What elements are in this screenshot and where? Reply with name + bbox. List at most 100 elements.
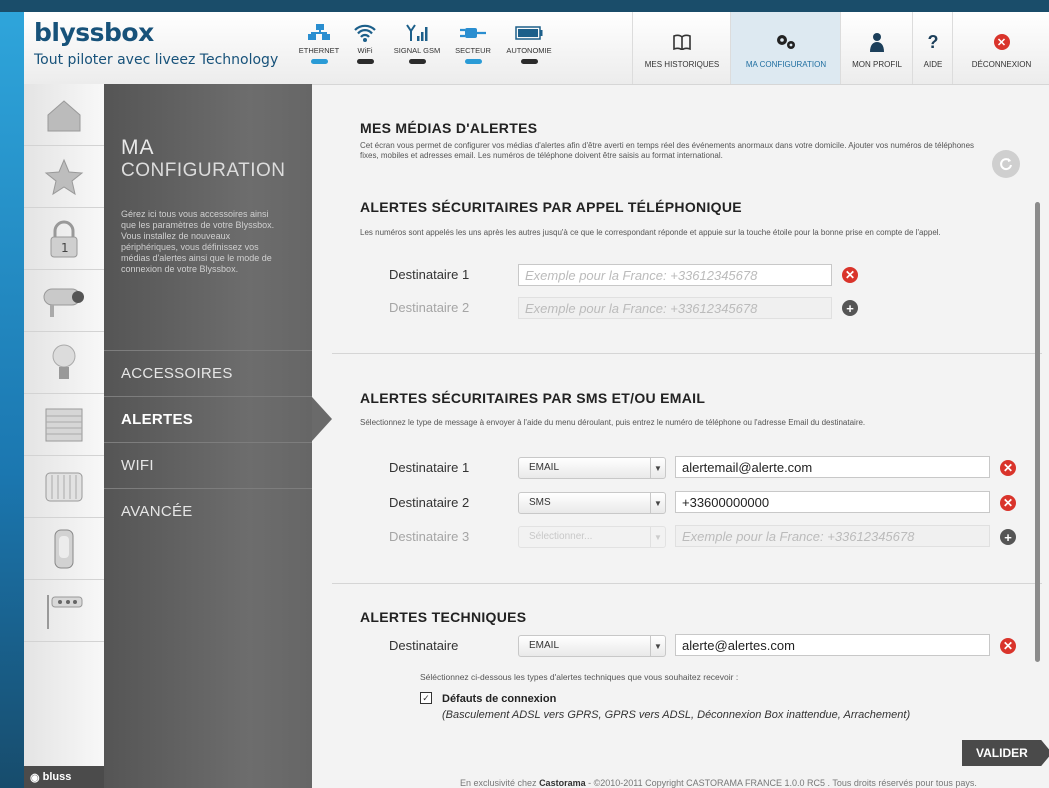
sms-recipient-2-type-select[interactable]: SMS ▼	[518, 492, 666, 514]
config-menu: ACCESSOIRES ALERTES WIFI AVANCÉE	[104, 350, 312, 534]
tech-description: Séléctionnez ci-dessous les types d'aler…	[420, 672, 739, 682]
select-value: SMS	[529, 497, 551, 508]
sms-recipient-2-input[interactable]	[675, 491, 990, 513]
tagline: Tout piloter avec liveez Technology	[34, 52, 279, 68]
panel-title-line2: CONFIGURATION	[121, 160, 286, 181]
select-value: EMAIL	[529, 462, 560, 473]
phone-recipient-1-input[interactable]	[518, 264, 832, 286]
refresh-icon	[1000, 158, 1012, 171]
remove-tech-button[interactable]: ✕	[1000, 638, 1016, 654]
status-ethernet: ETHERNET	[294, 22, 344, 64]
bluss-logo-text: bluss	[42, 771, 72, 783]
status-indicator	[520, 59, 538, 64]
tech-recipient-input[interactable]	[675, 634, 990, 656]
status-label: SECTEUR	[455, 46, 491, 55]
add-sms-button[interactable]: +	[1000, 529, 1016, 545]
status-indicator	[464, 59, 482, 64]
panel-description: Gérez ici tous vous accessoires ainsi qu…	[121, 209, 275, 274]
nav-aide[interactable]: ? AIDE	[912, 12, 953, 84]
bluss-logo: ◉ bluss	[24, 766, 104, 788]
nav-label: AIDE	[923, 60, 943, 69]
section-title-tech: ALERTES TECHNIQUES	[360, 609, 527, 625]
status-wifi: WiFi	[340, 22, 390, 64]
menu-item-wifi[interactable]: WIFI	[104, 442, 312, 488]
bluss-logo-icon: ◉	[30, 771, 40, 784]
footer: En exclusivité chez Castorama - ©2010-20…	[460, 778, 977, 788]
section-desc-phone: Les numéros sont appelés les uns après l…	[360, 228, 941, 237]
ethernet-icon	[294, 22, 344, 44]
sms-recipient-1-input[interactable]	[675, 456, 990, 478]
radiator-icon[interactable]	[24, 456, 104, 518]
status-indicator	[408, 59, 426, 64]
section-title-medias: MES MÉDIAS D'ALERTES	[360, 120, 538, 136]
status-label: SIGNAL GSM	[393, 46, 441, 55]
sensor-icon[interactable]	[24, 580, 104, 642]
background-strip	[0, 0, 24, 788]
footer-prefix: En exclusivité chez	[460, 778, 537, 788]
menu-item-avancee[interactable]: AVANCÉE	[104, 488, 312, 534]
tech-recipient-type-select[interactable]: EMAIL ▼	[518, 635, 666, 657]
help-icon: ?	[927, 31, 939, 52]
chevron-down-icon: ▼	[650, 493, 665, 513]
sms-recipient-3-type-select[interactable]: Sélectionner... ▼	[518, 526, 666, 548]
connection-defaults-detail: (Basculement ADSL vers GPRS, GPRS vers A…	[442, 709, 911, 721]
lightbulb-icon[interactable]	[24, 332, 104, 394]
sms-recipient-2-label: Destinataire 2	[389, 495, 470, 510]
house-icon[interactable]	[24, 84, 104, 146]
tech-recipient-label: Destinataire	[389, 638, 459, 653]
gsm-signal-icon	[392, 22, 442, 44]
refresh-button[interactable]	[992, 150, 1020, 178]
add-phone-button[interactable]: +	[842, 300, 858, 316]
validate-button[interactable]: VALIDER	[962, 740, 1049, 766]
chevron-down-icon: ▼	[650, 458, 665, 478]
sms-recipient-3-input[interactable]	[675, 525, 990, 547]
logout-icon: ✕	[953, 32, 1049, 52]
remove-sms-2-button[interactable]: ✕	[1000, 495, 1016, 511]
phone-recipient-2-input[interactable]	[518, 297, 832, 319]
nav-label: MON PROFIL	[852, 60, 902, 69]
remove-phone-1-button[interactable]: ✕	[842, 267, 858, 283]
book-icon	[633, 32, 731, 52]
shutter-icon[interactable]	[24, 394, 104, 456]
sms-recipient-1-label: Destinataire 1	[389, 460, 470, 475]
user-icon	[841, 32, 913, 52]
connection-defaults-label: Défauts de connexion	[442, 693, 557, 705]
scrollbar[interactable]	[1035, 202, 1040, 662]
device-icon-column: 1 ◉ bluss	[24, 84, 105, 788]
chevron-down-icon: ▼	[650, 636, 665, 656]
select-value: Sélectionner...	[529, 531, 593, 542]
config-panel: MA CONFIGURATION Gérez ici tous vous acc…	[104, 84, 312, 788]
remove-sms-1-button[interactable]: ✕	[1000, 460, 1016, 476]
padlock-icon[interactable]: 1	[24, 208, 104, 270]
footer-suffix: - ©2010-2011 Copyright CASTORAMA FRANCE …	[585, 778, 977, 788]
power-plug-icon	[448, 22, 498, 44]
select-value: EMAIL	[529, 640, 560, 651]
background-top	[0, 0, 1049, 12]
nav-label: MES HISTORIQUES	[644, 60, 720, 69]
phone-recipient-1-label: Destinataire 1	[389, 267, 470, 282]
nav-configuration[interactable]: MA CONFIGURATION	[730, 12, 841, 84]
battery-icon	[504, 22, 554, 44]
menu-item-alertes[interactable]: ALERTES	[104, 396, 312, 442]
nav-historiques[interactable]: MES HISTORIQUES	[632, 12, 731, 84]
nav-deconnexion[interactable]: ✕ DÉCONNEXION	[952, 12, 1049, 84]
nav-label: DÉCONNEXION	[971, 60, 1032, 69]
nav-profil[interactable]: MON PROFIL	[840, 12, 913, 84]
section-title-phone: ALERTES SÉCURITAIRES PAR APPEL TÉLÉPHONI…	[360, 199, 742, 215]
app-frame: blyssbox Tout piloter avec liveez Techno…	[24, 12, 1049, 788]
menu-item-accessoires[interactable]: ACCESSOIRES	[104, 350, 312, 396]
panel-title-line1: MA	[121, 136, 155, 159]
section-divider	[332, 353, 1042, 354]
header: blyssbox Tout piloter avec liveez Techno…	[24, 12, 1049, 85]
status-indicator	[356, 59, 374, 64]
logo: blyssbox	[34, 18, 154, 47]
camera-icon[interactable]	[24, 270, 104, 332]
section-divider	[332, 583, 1042, 584]
connection-defaults-checkbox[interactable]: ✓	[420, 692, 432, 704]
star-icon[interactable]	[24, 146, 104, 208]
nav-label: MA CONFIGURATION	[745, 60, 827, 69]
active-menu-arrow	[312, 397, 332, 441]
detector-icon[interactable]	[24, 518, 104, 580]
sms-recipient-1-type-select[interactable]: EMAIL ▼	[518, 457, 666, 479]
sms-recipient-3-label: Destinataire 3	[389, 529, 470, 544]
